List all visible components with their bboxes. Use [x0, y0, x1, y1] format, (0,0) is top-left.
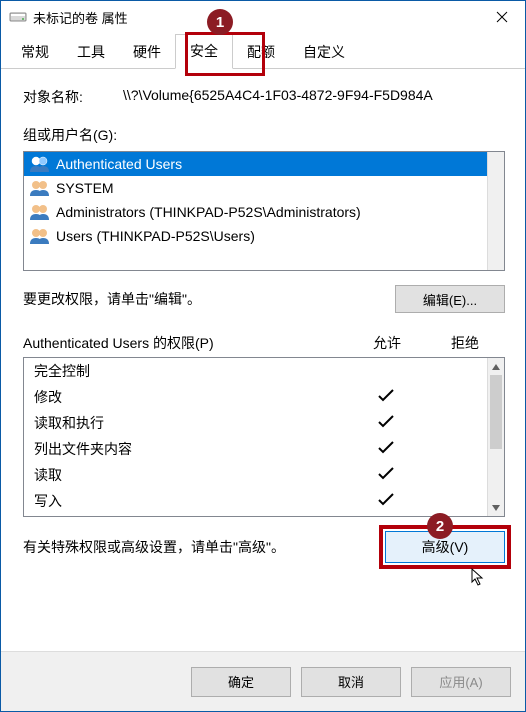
table-row: 修改 [24, 384, 504, 410]
edit-hint-text: 要更改权限，请单击"编辑"。 [23, 289, 395, 309]
permissions-header-allow: 允许 [349, 333, 425, 353]
permission-allow [348, 415, 424, 432]
permissions-header-deny: 拒绝 [425, 333, 505, 353]
cancel-button[interactable]: 取消 [301, 667, 401, 697]
close-button[interactable] [479, 1, 525, 33]
window-title: 未标记的卷 属性 [33, 8, 479, 27]
list-item[interactable]: Authenticated Users [24, 152, 504, 176]
permission-allow [348, 389, 424, 406]
tab-custom[interactable]: 自定义 [289, 36, 359, 69]
permission-name: 完全控制 [34, 361, 348, 381]
tab-general[interactable]: 常规 [7, 36, 63, 69]
users-icon [28, 227, 52, 245]
users-icon [28, 155, 52, 173]
permissions-listbox: 完全控制修改读取和执行列出文件夹内容读取写入 [23, 357, 505, 517]
table-row: 读取和执行 [24, 410, 504, 436]
scroll-track[interactable] [488, 375, 504, 499]
edit-button[interactable]: 编辑(E)... [395, 285, 505, 313]
tab-hardware[interactable]: 硬件 [119, 36, 175, 69]
ok-button[interactable]: 确定 [191, 667, 291, 697]
table-row: 写入 [24, 488, 504, 514]
scroll-up-button[interactable] [488, 358, 504, 375]
users-icon [28, 203, 52, 221]
list-item-label: Administrators (THINKPAD-P52S\Administra… [56, 204, 361, 220]
object-name-row: 对象名称: \\?\Volume{6525A4C4-1F03-4872-9F94… [23, 87, 505, 107]
drive-icon [9, 10, 27, 24]
permission-allow [348, 467, 424, 484]
permission-name: 修改 [34, 387, 348, 407]
object-name-value: \\?\Volume{6525A4C4-1F03-4872-9F94-F5D98… [123, 87, 505, 107]
permission-name: 写入 [34, 491, 348, 511]
groups-listbox[interactable]: Authenticated Users SYSTEM Administrator… [23, 151, 505, 271]
list-item-label: SYSTEM [56, 180, 114, 196]
permissions-header: Authenticated Users 的权限(P) 允许 拒绝 [23, 333, 505, 353]
tab-content: 对象名称: \\?\Volume{6525A4C4-1F03-4872-9F94… [1, 69, 525, 651]
advanced-hint-text: 有关特殊权限或高级设置，请单击"高级"。 [23, 537, 385, 557]
list-item[interactable]: SYSTEM [24, 176, 504, 200]
permission-name: 列出文件夹内容 [34, 439, 348, 459]
apply-button[interactable]: 应用(A) [411, 667, 511, 697]
titlebar: 未标记的卷 属性 [1, 1, 525, 33]
scroll-down-button[interactable] [488, 499, 504, 516]
tabs: 常规 工具 硬件 安全 配额 自定义 [1, 35, 525, 69]
tab-quota[interactable]: 配额 [233, 36, 289, 69]
edit-row: 要更改权限，请单击"编辑"。 编辑(E)... [23, 285, 505, 313]
advanced-button[interactable]: 高级(V) [385, 531, 505, 563]
list-item[interactable]: Administrators (THINKPAD-P52S\Administra… [24, 200, 504, 224]
permission-name: 读取和执行 [34, 413, 348, 433]
permission-name: 读取 [34, 465, 348, 485]
table-row: 列出文件夹内容 [24, 436, 504, 462]
object-name-label: 对象名称: [23, 87, 123, 107]
list-item-label: Authenticated Users [56, 156, 182, 172]
groups-label: 组或用户名(G): [23, 125, 505, 145]
permissions-scrollbar[interactable] [487, 358, 504, 516]
scroll-thumb[interactable] [490, 375, 502, 449]
list-item[interactable]: Users (THINKPAD-P52S\Users) [24, 224, 504, 248]
permission-allow [348, 441, 424, 458]
users-icon [28, 179, 52, 197]
table-row: 完全控制 [24, 358, 504, 384]
permissions-header-name: Authenticated Users 的权限(P) [23, 333, 349, 353]
tab-tools[interactable]: 工具 [63, 36, 119, 69]
table-row: 读取 [24, 462, 504, 488]
properties-window: 未标记的卷 属性 常规 工具 硬件 安全 配额 自定义 对象名称: \\?\Vo… [0, 0, 526, 712]
permission-allow [348, 493, 424, 510]
advanced-row: 有关特殊权限或高级设置，请单击"高级"。 高级(V) [23, 531, 505, 563]
list-item-label: Users (THINKPAD-P52S\Users) [56, 228, 255, 244]
dialog-footer: 确定 取消 应用(A) [1, 651, 525, 711]
tab-security[interactable]: 安全 [175, 34, 233, 69]
listbox-scrollbar[interactable] [487, 152, 504, 270]
